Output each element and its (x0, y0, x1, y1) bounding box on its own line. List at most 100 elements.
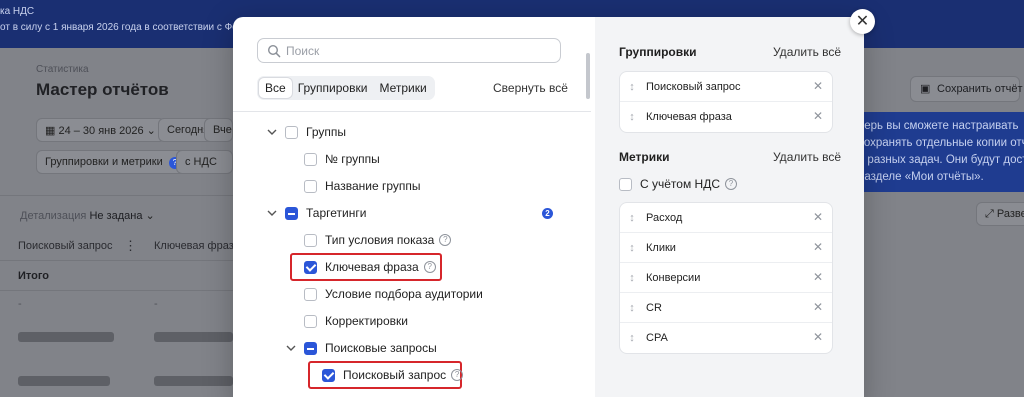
grouping-item[interactable]: ↕ Поисковый запрос ✕ (620, 72, 832, 102)
delete-all-groupings-link[interactable]: Удалить всё (773, 45, 841, 59)
detail-label: Детализация (20, 210, 87, 222)
breadcrumb[interactable]: Статистика (36, 64, 89, 75)
chevron-down-icon[interactable] (286, 343, 296, 353)
onboarding-tooltip: перь вы сможете настраивать сохранять от… (850, 112, 1024, 192)
field-tree: Группы № группы Название группы Таргетин… (233, 17, 595, 397)
tree-item-search-query[interactable]: Поисковый запрос ? (322, 366, 464, 384)
chevron-down-icon[interactable] (267, 127, 277, 137)
empty-cell: - (18, 298, 22, 310)
save-icon: ▣ (920, 83, 931, 95)
remove-icon[interactable]: ✕ (812, 271, 824, 283)
tree-item-label: № группы (325, 152, 380, 166)
vat-toggle-button[interactable]: с НДС (176, 150, 233, 174)
column-menu-icon[interactable]: ⋮ (124, 238, 137, 254)
remove-icon[interactable]: ✕ (812, 80, 824, 92)
help-icon[interactable]: ? (725, 178, 738, 190)
groupings-metrics-button[interactable]: Группировки и метрики ? (36, 150, 190, 174)
tree-item-keyword[interactable]: Ключевая фраза ? (304, 258, 436, 276)
tree-item-groups[interactable]: Группы (285, 123, 346, 141)
drag-handle-icon[interactable]: ↕ (628, 212, 636, 224)
metric-item-label: Расход (646, 211, 683, 224)
checkbox[interactable] (619, 177, 632, 191)
metric-item-label: Клики (646, 241, 676, 254)
checkbox-checked[interactable] (304, 260, 317, 274)
chevron-down-icon[interactable] (267, 208, 277, 218)
blurred-cell (154, 332, 233, 342)
calendar-icon: ▦ (45, 125, 59, 137)
metric-item-label: CR (646, 301, 662, 314)
metric-item[interactable]: ↕ CPA ✕ (620, 323, 832, 353)
tree-item-label: Условие подбора аудитории (325, 287, 483, 301)
vat-checkbox-row[interactable]: С учётом НДС ? (619, 177, 738, 191)
help-icon[interactable]: ? (439, 234, 452, 246)
remove-icon[interactable]: ✕ (812, 301, 824, 313)
drag-handle-icon[interactable]: ↕ (628, 242, 636, 254)
checkbox[interactable] (304, 287, 317, 301)
selected-count-badge: 2 (542, 208, 553, 219)
expand-button[interactable]: ⤢ Развер (976, 202, 1024, 226)
help-icon[interactable]: ? (423, 261, 436, 273)
drag-handle-icon[interactable]: ↕ (628, 81, 636, 93)
groupings-metrics-label: Группировки и метрики (45, 156, 163, 168)
save-report-label: Сохранить отчёт (937, 83, 1023, 95)
divider (0, 260, 233, 261)
metric-item[interactable]: ↕ Конверсии ✕ (620, 263, 832, 293)
help-icon[interactable]: ? (451, 369, 464, 381)
checkbox-partial[interactable] (285, 206, 298, 220)
date-range-label: 24 – 30 янв 2026 (58, 125, 144, 137)
grouping-item[interactable]: ↕ Ключевая фраза ✕ (620, 102, 832, 132)
tree-item-group-name[interactable]: Название группы (304, 177, 421, 195)
tree-item-search-queries[interactable]: Поисковые запросы (304, 339, 437, 357)
vat-label: С учётом НДС (640, 177, 721, 191)
tree-item-targetings[interactable]: Таргетинги (285, 204, 366, 222)
tree-item-label: Корректировки (325, 314, 408, 328)
checkbox-checked[interactable] (322, 368, 335, 382)
tree-item-adjustments[interactable]: Корректировки (304, 312, 408, 330)
tree-item-condition-type[interactable]: Тип условия показа ? (304, 231, 452, 249)
column-header-search-query[interactable]: Поисковый запрос (18, 240, 113, 252)
drag-handle-icon[interactable]: ↕ (628, 111, 636, 123)
drag-handle-icon[interactable]: ↕ (628, 272, 636, 284)
blurred-cell (154, 376, 233, 386)
checkbox[interactable] (304, 152, 317, 166)
remove-icon[interactable]: ✕ (812, 211, 824, 223)
tree-item-group-number[interactable]: № группы (304, 150, 380, 168)
save-report-button[interactable]: ▣ Сохранить отчёт (910, 76, 1023, 102)
selection-panel: Группировки Удалить всё ↕ Поисковый запр… (595, 17, 864, 397)
field-picker-panel: Поиск Все Группировки Метрики Свернуть в… (233, 17, 595, 397)
tooltip-line: разделе «Мои отчёты». (858, 171, 984, 183)
report-settings-modal: Поиск Все Группировки Метрики Свернуть в… (233, 17, 864, 397)
checkbox[interactable] (304, 233, 317, 247)
date-range-picker[interactable]: ▦ 24 – 30 янв 2026 ⌄ (36, 118, 165, 142)
remove-icon[interactable]: ✕ (812, 331, 824, 343)
banner-title: ка НДС (0, 6, 35, 17)
close-icon: ✕ (855, 13, 870, 30)
tree-item-label: Группы (306, 125, 346, 139)
metric-item[interactable]: ↕ Расход ✕ (620, 203, 832, 233)
tooltip-line: сохранять отдельные копии отче (858, 137, 1024, 149)
checkbox-partial[interactable] (304, 341, 317, 355)
detail-selector[interactable]: Детализация Не задана ⌄ (18, 204, 163, 228)
drag-handle-icon[interactable]: ↕ (628, 302, 636, 314)
remove-icon[interactable]: ✕ (812, 241, 824, 253)
checkbox[interactable] (304, 314, 317, 328)
blurred-cell (18, 376, 110, 386)
checkbox[interactable] (304, 179, 317, 193)
expand-icon: ⤢ (985, 208, 997, 220)
remove-icon[interactable]: ✕ (812, 110, 824, 122)
expand-label: Развер (996, 208, 1024, 220)
tree-item-label: Ключевая фраза (325, 260, 419, 274)
drag-handle-icon[interactable]: ↕ (628, 332, 636, 344)
metric-item[interactable]: ↕ CR ✕ (620, 293, 832, 323)
close-modal-button[interactable]: ✕ (850, 9, 875, 34)
tree-item-label: Таргетинги (306, 206, 367, 220)
tree-item-audience-condition[interactable]: Условие подбора аудитории (304, 285, 483, 303)
checkbox[interactable] (285, 125, 298, 139)
divider (0, 290, 233, 291)
metric-item[interactable]: ↕ Клики ✕ (620, 233, 832, 263)
groupings-title: Группировки (619, 45, 697, 59)
column-header-keyword[interactable]: Ключевая фраза (154, 240, 240, 252)
metric-item-label: CPA (646, 332, 668, 344)
yesterday-button[interactable]: Вчер (204, 118, 233, 142)
delete-all-metrics-link[interactable]: Удалить всё (773, 150, 841, 164)
